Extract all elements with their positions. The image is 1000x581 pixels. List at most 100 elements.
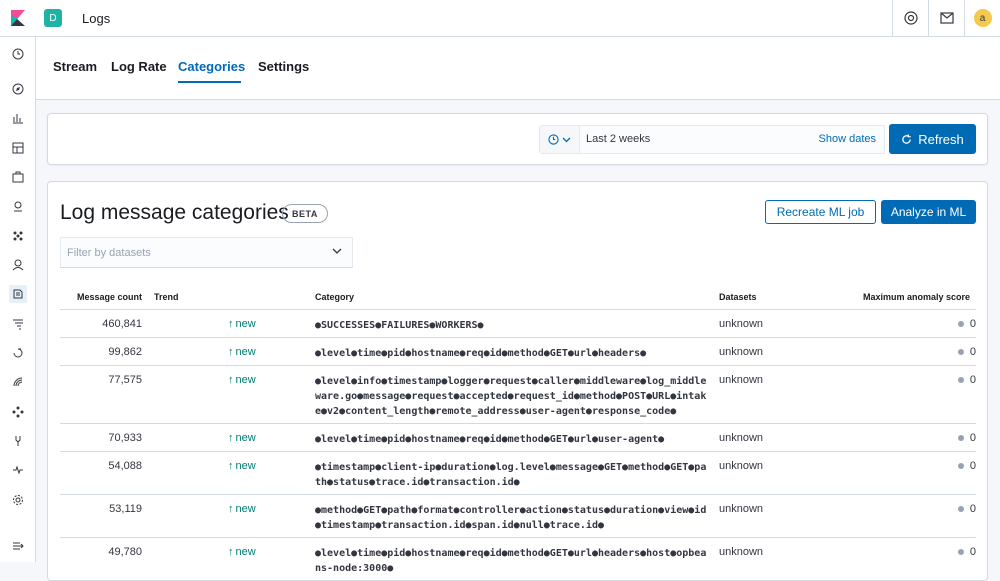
dataset-value: unknown: [719, 318, 764, 330]
gear-icon[interactable]: [9, 491, 27, 509]
dataset-value: unknown: [719, 374, 764, 386]
maps-icon[interactable]: [9, 197, 27, 215]
trend-label: new: [235, 432, 256, 444]
refresh-label: Refresh: [918, 131, 964, 147]
anomaly-score: 0: [957, 546, 976, 558]
tab-settings[interactable]: Settings: [258, 59, 309, 74]
tab-categories[interactable]: Categories: [178, 59, 245, 74]
active-tab-indicator: [178, 81, 241, 83]
message-count: 77,575: [108, 374, 142, 386]
dev-tools-icon[interactable]: [9, 432, 27, 450]
refresh-button[interactable]: Refresh: [889, 124, 976, 154]
uptime-icon[interactable]: [9, 344, 27, 362]
graph-icon[interactable]: [9, 403, 27, 421]
arrow-up-icon: ↑: [228, 432, 234, 444]
anomaly-score: 0: [957, 374, 976, 386]
visualize-icon[interactable]: [9, 109, 27, 127]
arrow-up-icon: ↑: [228, 546, 234, 558]
trend-label: new: [235, 503, 256, 515]
table-header: Message count Trend Category Datasets Ma…: [60, 286, 976, 310]
recently-viewed-icon[interactable]: [9, 45, 27, 63]
anomaly-score: 0: [957, 346, 976, 358]
dataset-value: unknown: [719, 432, 764, 444]
message-count: 54,088: [108, 460, 142, 472]
col-category: Category: [315, 292, 355, 302]
table-row: 54,088 ↑ new ●timestamp●client-ip●duratio…: [60, 452, 976, 495]
trend-label: new: [235, 460, 256, 472]
score-dot-icon: [957, 349, 964, 355]
score-dot-icon: [957, 377, 964, 383]
anomaly-score: 0: [957, 503, 976, 515]
trend-label: new: [235, 318, 256, 330]
dataset-value: unknown: [719, 503, 764, 515]
breadcrumb-logs: Logs: [82, 10, 111, 26]
category-pattern: ●SUCCESSES●FAILURES●WORKERS●: [315, 320, 484, 331]
apm-icon[interactable]: [9, 315, 27, 333]
col-message-count[interactable]: Message count: [77, 292, 142, 302]
siem-icon[interactable]: [9, 373, 27, 391]
trend-cell: ↑ new: [228, 503, 256, 515]
anomaly-score: 0: [957, 460, 976, 472]
chevron-down-icon: [332, 248, 342, 254]
score-value: 0: [969, 460, 976, 472]
dataset-filter-combobox[interactable]: Filter by datasets: [60, 237, 353, 268]
table-row: 49,780 ↑ new ●level●time●pid●hostname●req…: [60, 538, 976, 580]
message-count: 49,780: [108, 546, 142, 558]
help-icon[interactable]: [892, 0, 928, 36]
score-dot-icon: [957, 506, 964, 512]
arrow-up-icon: ↑: [228, 318, 234, 330]
category-pattern: ●timestamp●client-ip●duration●log.level●…: [315, 462, 707, 488]
quick-select-button[interactable]: [539, 125, 579, 154]
calendar-clock-icon: [548, 134, 559, 145]
table-row: 77,575 ↑ new ●level●info●timestamp●logger…: [60, 366, 976, 424]
monitoring-icon[interactable]: [9, 461, 27, 479]
arrow-up-icon: ↑: [228, 460, 234, 472]
ml-icon[interactable]: [9, 227, 27, 245]
category-pattern: ●level●time●pid●hostname●req●id●method●G…: [315, 348, 647, 359]
refresh-icon: [902, 133, 912, 144]
col-max-anomaly-score[interactable]: Maximum anomaly score: [863, 292, 970, 302]
date-range-display[interactable]: Last 2 weeks Show dates: [579, 125, 885, 154]
score-value: 0: [969, 503, 976, 515]
anomaly-score: 0: [957, 432, 976, 444]
score-dot-icon: [957, 321, 964, 327]
infrastructure-icon[interactable]: [9, 256, 27, 274]
tab-bar: Stream Log Rate Categories Settings: [36, 37, 1000, 100]
mail-icon[interactable]: [928, 0, 964, 36]
categories-panel: Log message categories BETA Recreate ML …: [47, 181, 988, 581]
user-avatar: a: [973, 9, 992, 27]
table-row: 99,862 ↑ new ●level●time●pid●hostname●req…: [60, 338, 976, 366]
header-actions: a: [892, 0, 1000, 36]
score-value: 0: [969, 374, 976, 386]
score-value: 0: [969, 318, 976, 330]
logs-icon[interactable]: [9, 285, 27, 303]
category-pattern: ●method●GET●path●format●controller●actio…: [315, 505, 707, 531]
dataset-value: unknown: [719, 546, 764, 558]
category-pattern: ●level●time●pid●hostname●req●id●method●G…: [315, 548, 707, 574]
anomaly-score: 0: [957, 318, 976, 330]
side-nav: [0, 37, 36, 562]
kibana-logo-icon[interactable]: [0, 0, 36, 36]
date-picker-panel: Last 2 weeks Show dates Refresh: [47, 113, 988, 165]
message-count: 70,933: [108, 432, 142, 444]
message-count: 53,119: [109, 503, 142, 515]
space-avatar[interactable]: D: [44, 9, 62, 27]
tab-log-rate[interactable]: Log Rate: [111, 59, 167, 74]
beta-badge: BETA: [282, 204, 328, 223]
score-dot-icon: [957, 549, 964, 555]
discover-icon[interactable]: [9, 80, 27, 98]
analyze-in-ml-button[interactable]: Analyze in ML: [881, 200, 976, 224]
table-row: 70,933 ↑ new ●level●time●pid●hostname●req…: [60, 424, 976, 452]
dashboard-icon[interactable]: [9, 139, 27, 157]
tab-stream[interactable]: Stream: [53, 59, 97, 74]
table-row: 460,841 ↑ new ●SUCCESSES●FAILURES●WORKERS…: [60, 310, 976, 338]
collapse-nav-icon[interactable]: [9, 537, 27, 555]
canvas-icon[interactable]: [9, 168, 27, 186]
category-pattern: ●level●info●timestamp●logger●request●cal…: [315, 376, 707, 417]
show-dates-link[interactable]: Show dates: [819, 133, 876, 145]
category-pattern: ●level●time●pid●hostname●req●id●method●G…: [315, 434, 665, 445]
user-menu-button[interactable]: a: [964, 0, 1000, 36]
arrow-up-icon: ↑: [228, 374, 234, 386]
recreate-ml-job-button[interactable]: Recreate ML job: [765, 200, 876, 224]
trend-cell: ↑ new: [228, 460, 256, 472]
